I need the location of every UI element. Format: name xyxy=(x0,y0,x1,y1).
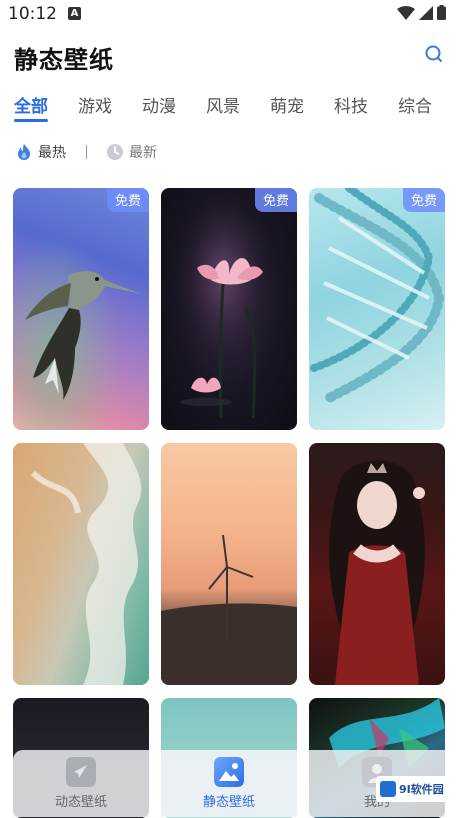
nav-static-label: 静态壁纸 xyxy=(202,795,255,810)
lotus-image xyxy=(161,188,297,430)
rocket-icon xyxy=(66,757,96,787)
watermark-logo xyxy=(380,781,396,797)
watermark-text: 9I软件园 xyxy=(399,783,444,796)
free-badge: 免费 xyxy=(254,188,297,212)
wallpaper-card-dna[interactable]: 免费 xyxy=(309,188,445,430)
wallpaper-card-lotus[interactable]: 免费 xyxy=(161,188,297,430)
wind-turbine-image xyxy=(161,534,297,685)
nav-dynamic-label: 动态壁纸 xyxy=(54,795,107,810)
nav-static-wallpaper[interactable]: 静态壁纸 xyxy=(161,750,297,817)
dna-helix-image xyxy=(310,188,445,403)
anime-girl-image xyxy=(329,460,425,685)
free-badge: 免费 xyxy=(106,188,149,212)
wallpaper-card-anime-girl[interactable] xyxy=(309,443,445,685)
hummingbird-image xyxy=(13,188,149,430)
wallpaper-card-hummingbird[interactable]: 免费 xyxy=(13,188,149,430)
free-badge: 免费 xyxy=(402,188,445,212)
watermark: 9I软件园 xyxy=(376,776,448,802)
wallpaper-card-wind-turbine[interactable] xyxy=(161,443,297,685)
wallpaper-grid: 免费 免费 免费 xyxy=(0,0,458,818)
smoke-image xyxy=(30,443,142,685)
image-icon xyxy=(214,757,244,787)
wallpaper-card-smoke[interactable] xyxy=(13,443,149,685)
nav-dynamic-wallpaper[interactable]: 动态壁纸 xyxy=(13,750,149,817)
